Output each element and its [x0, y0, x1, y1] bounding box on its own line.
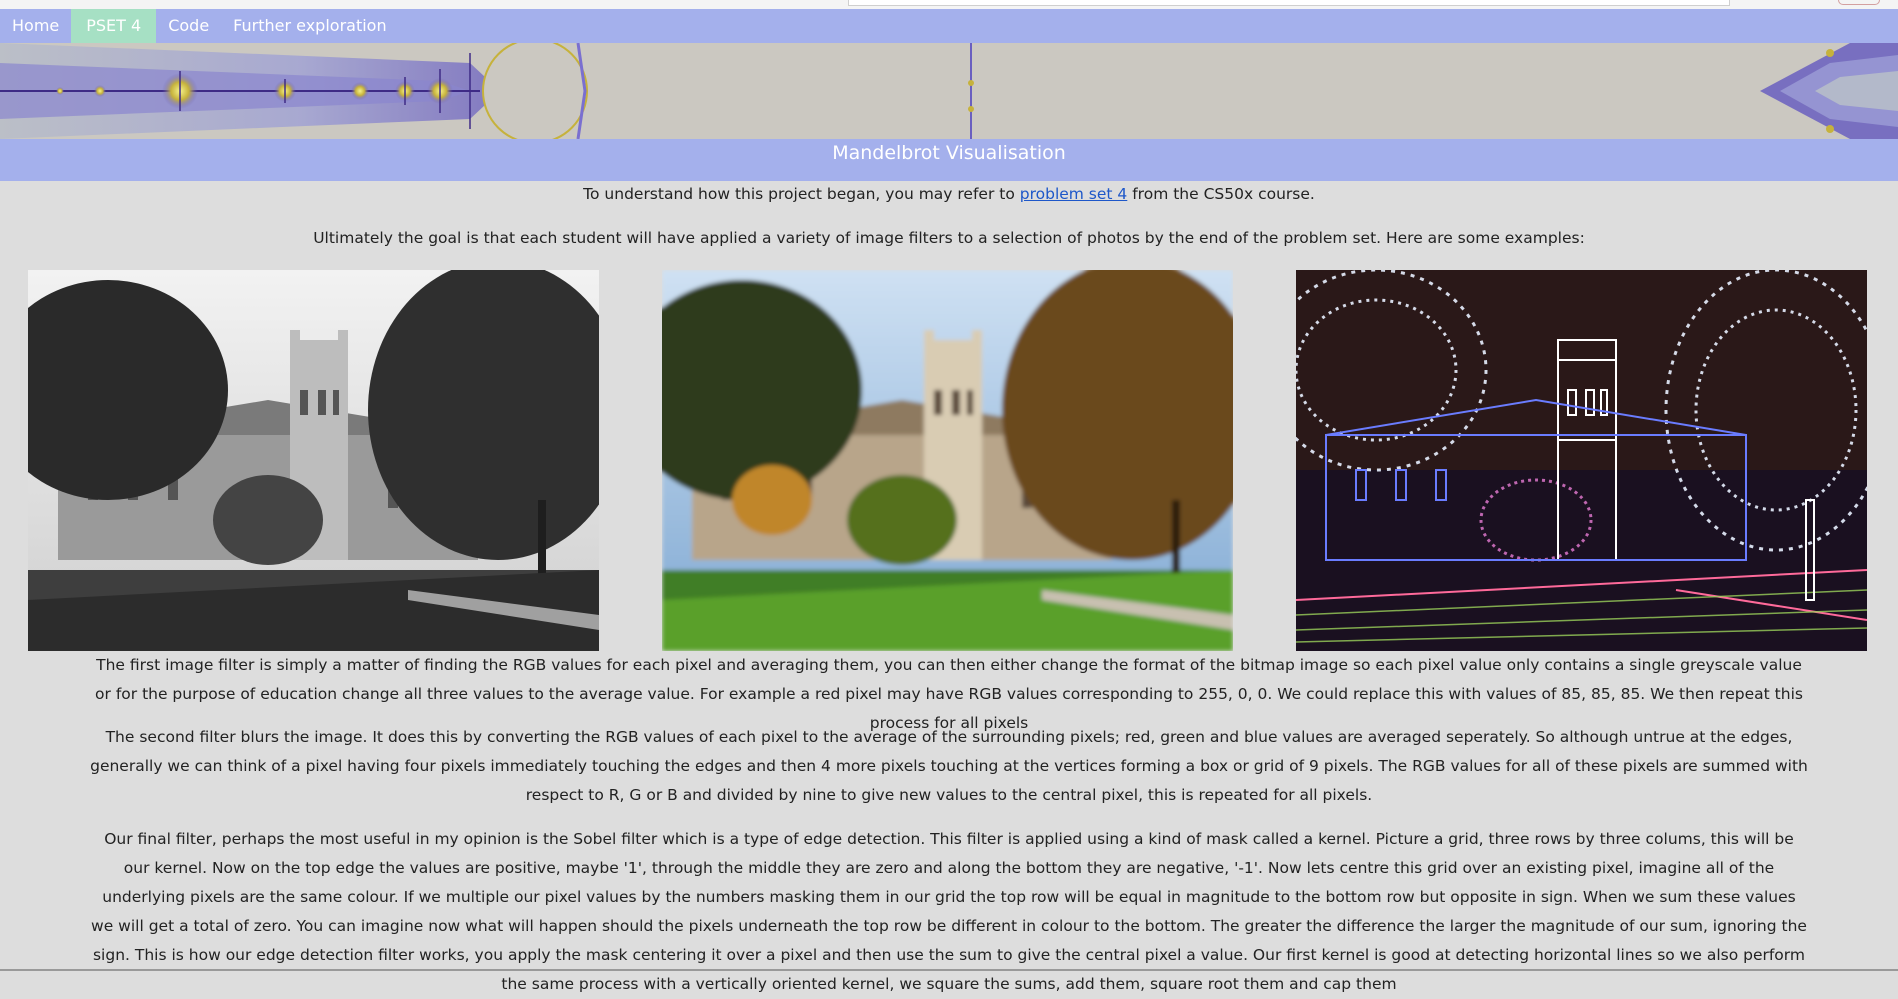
- intro-text-after: from the CS50x course.: [1127, 185, 1315, 203]
- blurred-photo: [662, 270, 1233, 651]
- mandelbrot-banner: [0, 43, 1898, 139]
- edge-detected-photo: [1296, 270, 1867, 651]
- toolbar-button-edge: [1838, 0, 1880, 5]
- problem-set-link[interactable]: problem set 4: [1020, 185, 1128, 203]
- sobel-explanation: Our final filter, perhaps the most usefu…: [91, 830, 1807, 993]
- nav-home[interactable]: Home: [0, 9, 71, 43]
- top-nav: Home PSET 4 Code Further exploration: [0, 9, 1898, 43]
- page-title-bar: Mandelbrot Visualisation: [0, 139, 1898, 181]
- address-field-edge: [848, 0, 1730, 6]
- browser-top-edge: [0, 0, 1898, 9]
- intro-text-before: To understand how this project began, yo…: [583, 185, 1020, 203]
- nav-further-exploration[interactable]: Further exploration: [221, 9, 398, 43]
- goal-paragraph: Ultimately the goal is that each student…: [313, 229, 1585, 247]
- page-title: Mandelbrot Visualisation: [832, 142, 1066, 164]
- blur-explanation: The second filter blurs the image. It do…: [90, 728, 1808, 804]
- nav-code[interactable]: Code: [156, 9, 221, 43]
- intro-paragraph: To understand how this project began, yo…: [0, 180, 1898, 209]
- greyscale-photo: [28, 270, 599, 651]
- nav-pset4[interactable]: PSET 4: [71, 9, 157, 43]
